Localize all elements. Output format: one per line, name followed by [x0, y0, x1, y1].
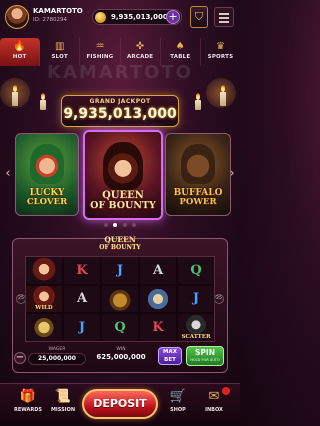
tab-label: TABLE [170, 54, 191, 60]
tab-label: FISHING [86, 54, 114, 60]
tab-label: SPORTS [207, 54, 234, 60]
max-bet-button[interactable]: MAX BET [158, 347, 182, 365]
page-dot[interactable] [122, 223, 127, 227]
win-value: 625,000,000 [96, 353, 146, 361]
deposit-button[interactable]: DEPOSIT [82, 389, 158, 419]
add-coins-button[interactable]: + [166, 10, 180, 24]
jackpot-value: 9,935,013,000 [63, 106, 177, 122]
carousel-pagination [104, 223, 136, 228]
slot-title: QUEEN OF BOUNTY [0, 236, 240, 251]
avatar[interactable] [5, 5, 29, 29]
reel-symbol: Q [178, 257, 214, 284]
cards-icon: ♠ [175, 41, 185, 52]
spin-label: SPIN [195, 348, 215, 357]
candle-icon [220, 85, 226, 106]
reel-symbol: K [64, 257, 100, 284]
menu-icon [219, 13, 229, 15]
win-label: WIN [116, 347, 126, 352]
reel-symbol: J [64, 314, 100, 341]
candle-icon [195, 93, 201, 110]
scroll-icon: 📜 [54, 389, 72, 404]
page-dot[interactable] [131, 223, 136, 227]
nav-shop[interactable]: 🛒 SHOP [160, 388, 196, 413]
game-title: LUCKY CLOVER [16, 189, 78, 207]
compass-symbol [26, 314, 62, 341]
tab-label: ARCADE [126, 54, 154, 60]
spin-button[interactable]: SPIN HOLD FOR AUTO [186, 346, 224, 366]
wild-label: WILD [35, 305, 53, 312]
leprechaun-art [30, 144, 64, 184]
game-title-line: QUEEN [102, 189, 144, 201]
jackpot-title: GRAND JACKPOT [89, 98, 151, 105]
top-bar: KAMARTOTO ID: 2780294 9,935,013,000 + ⛉ [0, 0, 240, 34]
game-title: QUEEN OF BOUNTY [85, 189, 161, 211]
coin-icon [95, 12, 106, 23]
wager-control: − WAGER 25,000,000 [14, 347, 86, 367]
game-card-buffalo-power[interactable]: BUFFALO POWER [165, 133, 231, 216]
payline-number-right: 25 [214, 294, 224, 304]
reel-symbol: Q [102, 314, 138, 341]
trophy-icon: ♛ [215, 41, 225, 52]
slot-reels: K J A Q WILD A J J Q K SCATTER [25, 256, 215, 342]
vip-shield-icon[interactable]: ⛉ [190, 6, 208, 28]
tab-label: HOT [12, 54, 27, 60]
max-bet-label: MAX [163, 349, 177, 355]
reel-symbol: A [140, 257, 176, 284]
nav-inbox[interactable]: ✉ INBOX [196, 387, 232, 413]
game-title: BUFFALO POWER [166, 189, 230, 207]
cart-icon: 🛒 [169, 389, 187, 404]
notification-badge [222, 387, 230, 395]
gift-icon: 🎁 [19, 389, 37, 404]
max-bet-label: BET [164, 357, 176, 363]
ship-symbol [140, 285, 176, 313]
nav-label: REWARDS [13, 407, 43, 413]
game-card-queen-of-bounty[interactable]: QUEEN OF BOUNTY [83, 130, 163, 220]
decrease-wager-button[interactable]: − [14, 352, 26, 364]
grand-jackpot-banner: GRAND JACKPOT 9,935,013,000 [61, 95, 179, 127]
brand-watermark: KAMARTOTO [47, 62, 193, 83]
candle-icon [40, 93, 46, 110]
candle-icon [12, 85, 18, 106]
page-dot-active[interactable] [113, 223, 118, 227]
scatter-label: SCATTER [181, 333, 211, 340]
scatter-symbol: SCATTER [178, 314, 214, 341]
menu-icon-line [219, 17, 229, 19]
nav-mission[interactable]: 📜 MISSION [45, 388, 81, 413]
slot-title-line: QUEEN [104, 235, 136, 244]
carousel-prev-arrow[interactable]: ‹ [3, 166, 13, 182]
wager-value[interactable]: 25,000,000 [28, 353, 86, 365]
spin-sub-label: HOLD FOR AUTO [190, 358, 220, 362]
reel-symbol: J [102, 257, 138, 284]
page-dot[interactable] [104, 223, 108, 227]
fire-icon: 🔥 [13, 41, 26, 52]
game-title-line: OF BOUNTY [90, 199, 156, 211]
username: KAMARTOTO [33, 7, 83, 15]
reel-symbol: K [140, 314, 176, 341]
slot-icon: ▥ [55, 41, 65, 52]
nav-label: SHOP [170, 407, 186, 413]
game-title-line: CLOVER [26, 197, 68, 208]
nav-label: MISSION [50, 407, 76, 413]
menu-button[interactable] [214, 7, 234, 27]
slot-title-line: OF BOUNTY [99, 244, 141, 251]
reel-symbol: A [64, 285, 100, 313]
pirate-queen-art [103, 142, 143, 190]
menu-icon-line [219, 21, 229, 23]
nav-label: INBOX [205, 407, 223, 413]
win-display: WIN 625,000,000 [92, 347, 150, 367]
tab-label: SLOT [51, 54, 68, 60]
user-id: ID: 2780294 [33, 17, 67, 23]
wager-label: WAGER [48, 347, 66, 352]
gamepad-icon: ✜ [135, 41, 145, 52]
treasure-chest-symbol [102, 285, 138, 313]
buffalo-art [181, 144, 215, 184]
fish-icon: ♒ [95, 41, 105, 52]
coin-amount: 9,935,013,000 [111, 13, 168, 21]
reel-symbol: J [178, 285, 214, 313]
game-card-lucky-clover[interactable]: LUCKY CLOVER [15, 133, 79, 216]
wild-symbol: WILD [26, 285, 62, 313]
nav-rewards[interactable]: 🎁 REWARDS [10, 388, 46, 413]
pirate-queen-symbol [26, 257, 62, 284]
game-title-line: POWER [179, 197, 217, 208]
